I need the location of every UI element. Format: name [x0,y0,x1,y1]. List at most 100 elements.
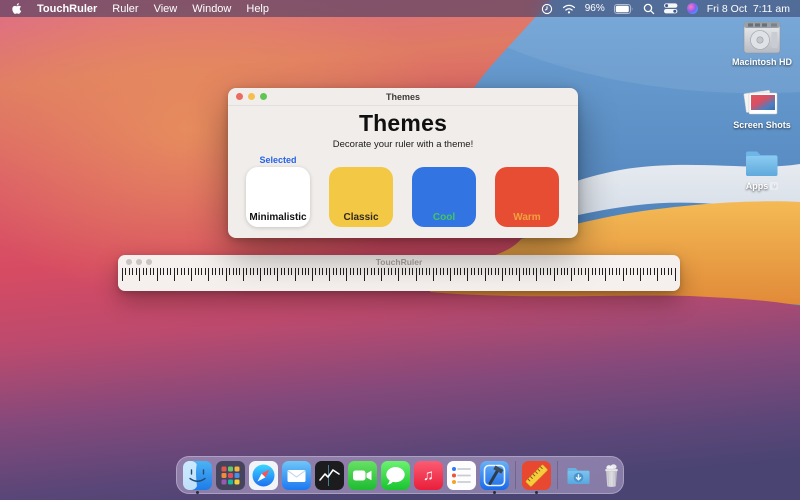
dock-downloads-folder-icon[interactable] [564,461,593,490]
ruler-tick [249,268,251,275]
swatch-label: Minimalistic [249,212,307,223]
desktop-label: Macintosh HD [731,57,792,67]
spotlight-icon[interactable] [643,3,655,15]
menu-window[interactable]: Window [192,3,231,15]
close-button[interactable] [126,258,132,265]
ruler-tick [256,268,258,275]
ruler-tick [184,268,186,275]
themes-window: Themes Themes Decorate your ruler with a… [228,88,578,238]
ruler-tick [543,268,545,275]
desktop-icon-apps-folder[interactable]: Apps › [724,145,800,191]
close-button[interactable] [236,93,243,100]
music-note-glyph: ♫ [414,460,443,490]
ruler-tick [439,268,441,275]
desktop-label-text: Apps [745,181,769,191]
menu-bar: TouchRuler Ruler View Window Help 96% Fr… [0,0,800,17]
dock-stocks-icon[interactable] [315,460,344,490]
dock-safari-icon[interactable] [249,460,278,490]
theme-swatch-warm[interactable]: Warm [495,167,559,227]
swatch-label: Cool [432,212,456,223]
swatch-label: Classic [343,212,379,223]
ruler-tick [391,268,393,275]
dock-mail-icon[interactable] [282,460,311,490]
ruler-tick [349,268,351,275]
ruler-tick [436,268,438,275]
ruler-tick [180,268,182,275]
desktop-icon-macintosh-hd[interactable]: Macintosh HD [724,19,800,67]
swatch-label: Warm [513,212,541,223]
ruler-tick [260,268,262,281]
zoom-button[interactable] [146,258,152,265]
menu-help[interactable]: Help [246,3,269,15]
ruler-tick [450,268,452,281]
ruler-tick [515,268,517,275]
ruler-tick [325,268,327,275]
ruler-tick [284,268,286,275]
ruler-tick [560,268,562,275]
minimize-button[interactable] [248,93,255,100]
ruler-tick [481,268,483,275]
ruler-tick [622,268,624,281]
wifi-icon[interactable] [562,3,576,14]
themes-titlebar[interactable]: Themes [228,88,578,106]
theme-swatch-minimalistic[interactable]: Minimalistic [246,167,310,227]
dock-xcode-icon[interactable] [480,460,509,494]
battery-icon[interactable] [613,3,634,14]
menu-bar-clock[interactable]: Fri 8 Oct 7:11 am [707,3,790,15]
ruler-tick [329,268,331,281]
ruler-tick [446,268,448,275]
ruler-tick [128,268,130,275]
clock-status-icon[interactable] [541,3,553,15]
ruler-tick [577,268,579,275]
ruler-tick [287,268,289,275]
ruler-tick [564,268,565,275]
ruler-tick [639,268,641,281]
touchruler-window: TouchRuler [118,255,680,291]
menu-view[interactable]: View [154,3,178,15]
control-center-icon[interactable] [663,3,678,14]
ruler-tick [208,268,210,281]
menu-app-name[interactable]: TouchRuler [37,3,97,15]
folder-icon [746,151,778,176]
apple-menu[interactable] [11,2,22,15]
siri-icon[interactable] [686,3,698,14]
theme-swatch-classic[interactable]: Classic [329,167,393,227]
dock-touchruler-icon[interactable] [522,460,551,494]
ruler-tick [322,268,324,275]
ruler-tick [443,268,445,275]
theme-swatch-cool[interactable]: Cool [412,167,476,227]
ruler-tick [294,268,296,281]
ruler-tick [246,268,248,275]
dock-reminders-icon[interactable] [447,460,476,490]
dock-trash-icon[interactable] [597,461,626,490]
ruler-tick [598,268,600,275]
ruler-tick [336,268,338,275]
ruler-tick [384,268,386,275]
zoom-button[interactable] [260,93,267,100]
dock-separator [557,461,558,489]
ruler-tick [546,268,548,275]
dock-facetime-icon[interactable] [348,460,377,490]
ruler-tick [422,268,424,275]
ruler-tick [135,268,137,275]
ruler-tick [401,268,403,275]
dock-music-icon[interactable]: ♫ [414,460,443,490]
ruler-tick [557,268,559,275]
ruler-tick [194,268,196,275]
dock-launchpad-icon[interactable] [216,460,245,490]
ruler-tick [432,268,434,281]
minimize-button[interactable] [136,258,142,265]
dock-finder-icon[interactable] [183,460,212,494]
ruler-tick [512,268,514,275]
menu-ruler[interactable]: Ruler [112,3,138,15]
dock-messages-icon[interactable] [381,460,410,490]
ruler-tick [225,268,227,281]
desktop-icon-screen-shots[interactable]: Screen Shots [724,88,800,130]
ruler-tick [156,268,158,281]
ruler-tick [363,268,365,281]
ruler-titlebar[interactable]: TouchRuler [118,255,680,268]
ruler-tick [494,268,496,275]
ruler-tick [177,268,179,275]
ruler-tick [218,268,220,275]
ruler-tick [674,268,676,281]
